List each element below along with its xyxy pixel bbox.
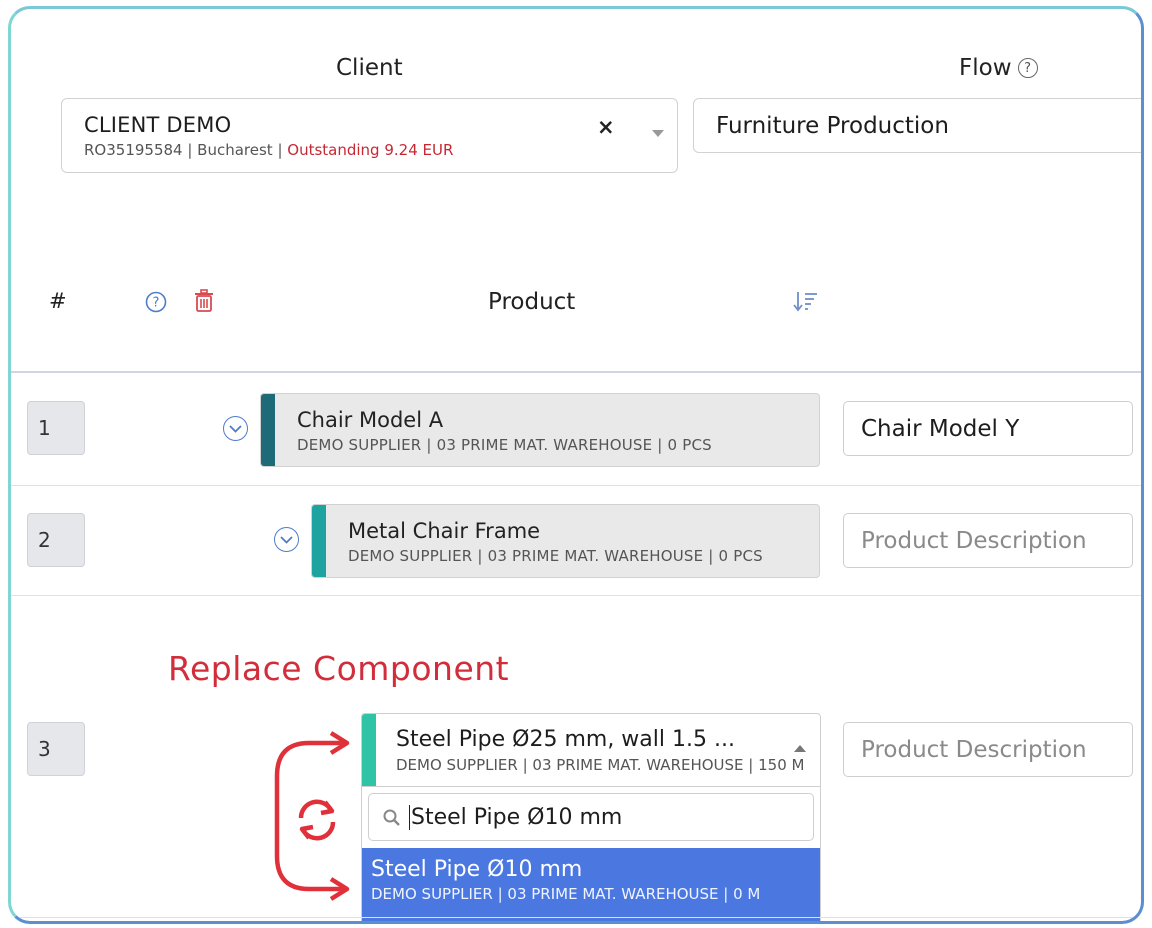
help-icon[interactable]: ? <box>145 291 167 317</box>
product-name: Metal Chair Frame <box>348 519 541 543</box>
sort-icon[interactable] <box>793 289 819 317</box>
product-meta: DEMO SUPPLIER | 03 PRIME MAT. WAREHOUSE … <box>348 547 763 565</box>
row-number: 2 <box>27 513 85 567</box>
product-search-input[interactable]: Steel Pipe Ø10 mm <box>409 805 622 830</box>
search-icon <box>382 808 402 832</box>
clear-client-button[interactable]: × <box>597 115 615 139</box>
column-product-header: Product <box>488 289 576 315</box>
chevron-down-icon[interactable] <box>223 416 248 441</box>
product-select-row-2[interactable]: Metal Chair Frame DEMO SUPPLIER | 03 PRI… <box>311 504 820 578</box>
product-search-box[interactable]: Steel Pipe Ø10 mm <box>368 793 814 841</box>
refresh-icon <box>298 799 336 841</box>
product-meta: DEMO SUPPLIER | 03 PRIME MAT. WAREHOUSE … <box>297 436 712 454</box>
product-name: Chair Model A <box>297 408 444 432</box>
description-input-row-3[interactable]: Product Description <box>843 722 1133 777</box>
header-divider <box>11 371 1141 373</box>
trash-icon[interactable] <box>193 289 215 317</box>
caret-up-icon[interactable] <box>794 738 806 757</box>
outstanding-balance: Outstanding 9.24 EUR <box>287 141 454 159</box>
row-number: 3 <box>27 722 85 776</box>
flow-label: Flow ? <box>959 55 1038 81</box>
product-select-row-1[interactable]: Chair Model A DEMO SUPPLIER | 03 PRIME M… <box>260 393 820 467</box>
row-number: 1 <box>27 401 85 455</box>
svg-text:?: ? <box>153 296 160 311</box>
caret-down-icon[interactable] <box>652 123 664 142</box>
row-divider <box>11 917 1141 918</box>
flow-select[interactable]: Furniture Production <box>693 98 1141 153</box>
row-divider <box>11 595 1141 596</box>
client-label: Client <box>336 55 403 81</box>
row-divider <box>11 485 1141 486</box>
dropdown-option[interactable]: Steel Pipe Ø10 mm DEMO SUPPLIER | 03 PRI… <box>362 848 820 921</box>
level-stripe <box>261 394 275 466</box>
description-input-row-2[interactable]: Product Description <box>843 513 1133 568</box>
product-name: Steel Pipe Ø25 mm, wall 1.5 ... <box>396 727 735 752</box>
replace-component-label: Replace Component <box>168 649 510 688</box>
client-select[interactable]: CLIENT DEMO RO35195584 | Bucharest | Out… <box>61 98 678 173</box>
level-stripe <box>312 505 326 577</box>
client-name: CLIENT DEMO <box>84 113 232 137</box>
option-meta: DEMO SUPPLIER | 03 PRIME MAT. WAREHOUSE … <box>371 885 761 903</box>
product-select-row-3[interactable]: Steel Pipe Ø25 mm, wall 1.5 ... DEMO SUP… <box>361 713 821 787</box>
product-dropdown: Steel Pipe Ø10 mm Steel Pipe Ø10 mm DEMO… <box>361 787 821 921</box>
column-number-header: # <box>49 289 67 313</box>
flow-value: Furniture Production <box>716 112 949 139</box>
app-frame: Client CLIENT DEMO RO35195584 | Buchares… <box>8 6 1144 924</box>
chevron-down-icon[interactable] <box>274 527 299 552</box>
option-name: Steel Pipe Ø10 mm <box>371 857 583 882</box>
description-input-row-1[interactable]: Chair Model Y <box>843 401 1133 456</box>
product-meta: DEMO SUPPLIER | 03 PRIME MAT. WAREHOUSE … <box>396 756 805 774</box>
flow-help-icon[interactable]: ? <box>1017 58 1038 78</box>
client-details: RO35195584 | Bucharest | Outstanding 9.2… <box>84 141 454 159</box>
